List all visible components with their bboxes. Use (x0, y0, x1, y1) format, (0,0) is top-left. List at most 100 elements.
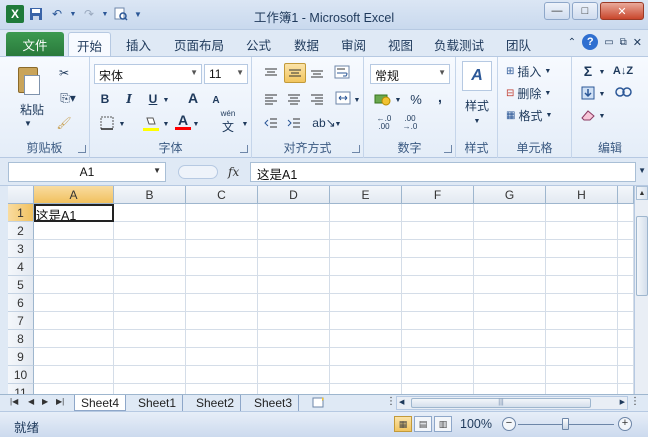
save-icon[interactable] (27, 5, 45, 23)
cell-h5[interactable] (546, 276, 618, 294)
cell-h8[interactable] (546, 330, 618, 348)
cell-d2[interactable] (258, 222, 330, 240)
cell-f11[interactable] (402, 384, 474, 394)
underline-button[interactable]: U (146, 91, 160, 107)
find-select-icon[interactable] (610, 85, 636, 101)
grow-font-button[interactable]: A (186, 90, 200, 106)
styles-button[interactable]: 样式 (458, 97, 496, 113)
cell-d8[interactable] (258, 330, 330, 348)
close-doc-icon[interactable]: ✕ (633, 36, 642, 49)
cell-g2[interactable] (474, 222, 546, 240)
cell-h10[interactable] (546, 366, 618, 384)
cell-a7[interactable] (34, 312, 114, 330)
sheet-tab-sheet4[interactable]: Sheet4 (74, 395, 127, 411)
redo-icon[interactable]: ↷ (80, 5, 98, 23)
close-button[interactable]: ✕ (600, 2, 644, 20)
cell-a2[interactable] (34, 222, 114, 240)
vertical-scroll-thumb[interactable] (636, 216, 648, 296)
align-left-icon[interactable] (262, 91, 280, 107)
select-all-button[interactable] (8, 186, 34, 204)
dropdown-icon[interactable]: ▼ (118, 117, 126, 131)
cell-d10[interactable] (258, 366, 330, 384)
dropdown-icon[interactable]: ▼ (394, 93, 402, 107)
normal-view-icon[interactable]: ▦ (394, 416, 412, 432)
row-header-11[interactable]: 11 (8, 384, 34, 394)
copy-icon[interactable]: ⎘▾ (56, 90, 80, 106)
cell-e5[interactable] (330, 276, 402, 294)
row-header-10[interactable]: 10 (8, 366, 34, 384)
cell-g9[interactable] (474, 348, 546, 366)
scroll-right-icon[interactable]: ▶ (620, 398, 625, 406)
cell-partial[interactable] (618, 240, 634, 258)
cell-c6[interactable] (186, 294, 258, 312)
dropdown-icon[interactable]: ▼ (598, 87, 606, 101)
comma-style-button[interactable]: , (434, 89, 446, 105)
column-header-c[interactable]: C (186, 186, 258, 204)
zoom-in-icon[interactable]: + (618, 417, 632, 431)
cell-e10[interactable] (330, 366, 402, 384)
sheet-tab-sheet1[interactable]: Sheet1 (132, 395, 184, 411)
number-format-combo[interactable]: 常规 ▼ (370, 64, 450, 84)
cell-b11[interactable] (114, 384, 186, 394)
cell-g11[interactable] (474, 384, 546, 394)
cell-a11[interactable] (34, 384, 114, 394)
cell-f8[interactable] (402, 330, 474, 348)
sheet-tab-sheet2[interactable]: Sheet2 (190, 395, 242, 411)
cell-c9[interactable] (186, 348, 258, 366)
cell-d3[interactable] (258, 240, 330, 258)
column-header-h[interactable]: H (546, 186, 618, 204)
align-right-icon[interactable] (308, 91, 326, 107)
cell-b1[interactable] (114, 204, 186, 222)
orientation-icon[interactable]: ab↘ (312, 115, 335, 131)
cell-e4[interactable] (330, 258, 402, 276)
cell-d11[interactable] (258, 384, 330, 394)
insert-function-button[interactable]: fx (228, 165, 239, 179)
dropdown-icon[interactable]: ▼ (69, 5, 77, 23)
row-header-5[interactable]: 5 (8, 276, 34, 294)
column-header-a[interactable]: A (34, 186, 114, 204)
cell-f2[interactable] (402, 222, 474, 240)
merge-center-icon[interactable] (332, 89, 354, 107)
sheet-tab-sheet3[interactable]: Sheet3 (248, 395, 300, 411)
cell-partial[interactable] (618, 348, 634, 366)
column-header-partial[interactable] (618, 186, 634, 204)
cell-c10[interactable] (186, 366, 258, 384)
cell-e8[interactable] (330, 330, 402, 348)
row-header-4[interactable]: 4 (8, 258, 34, 276)
cell-partial[interactable] (618, 294, 634, 312)
page-layout-view-icon[interactable]: ▤ (414, 416, 432, 432)
cell-f9[interactable] (402, 348, 474, 366)
dropdown-icon[interactable]: ▼ (192, 117, 200, 131)
row-header-9[interactable]: 9 (8, 348, 34, 366)
cell-a6[interactable] (34, 294, 114, 312)
align-middle-icon[interactable] (284, 63, 306, 83)
cell-g4[interactable] (474, 258, 546, 276)
borders-icon[interactable] (98, 115, 116, 131)
fill-icon[interactable] (578, 85, 598, 101)
cell-partial[interactable] (618, 384, 634, 394)
cell-b9[interactable] (114, 348, 186, 366)
scroll-up-icon[interactable]: ▲ (636, 186, 648, 200)
row-header-1[interactable]: 1 (8, 204, 34, 222)
cell-h11[interactable] (546, 384, 618, 394)
delete-cells-button[interactable]: ⊟ 删除 ▼ (506, 85, 568, 101)
cell-f6[interactable] (402, 294, 474, 312)
cell-b6[interactable] (114, 294, 186, 312)
cell-c3[interactable] (186, 240, 258, 258)
horizontal-scroll-thumb[interactable]: ||| (411, 398, 591, 408)
clear-icon[interactable] (578, 107, 598, 123)
tab-team[interactable]: 团队 (506, 35, 531, 54)
cell-h1[interactable] (546, 204, 618, 222)
dropdown-icon[interactable]: ▼ (598, 109, 606, 123)
accounting-format-icon[interactable] (372, 91, 394, 107)
cell-e3[interactable] (330, 240, 402, 258)
cell-b10[interactable] (114, 366, 186, 384)
cell-h4[interactable] (546, 258, 618, 276)
excel-logo-icon[interactable]: X (6, 5, 24, 23)
tab-insert[interactable]: 插入 (126, 35, 151, 54)
align-bottom-icon[interactable] (308, 65, 326, 81)
tab-data[interactable]: 数据 (294, 35, 319, 54)
cell-b8[interactable] (114, 330, 186, 348)
dropdown-icon[interactable]: ▼ (162, 93, 170, 107)
cell-b7[interactable] (114, 312, 186, 330)
